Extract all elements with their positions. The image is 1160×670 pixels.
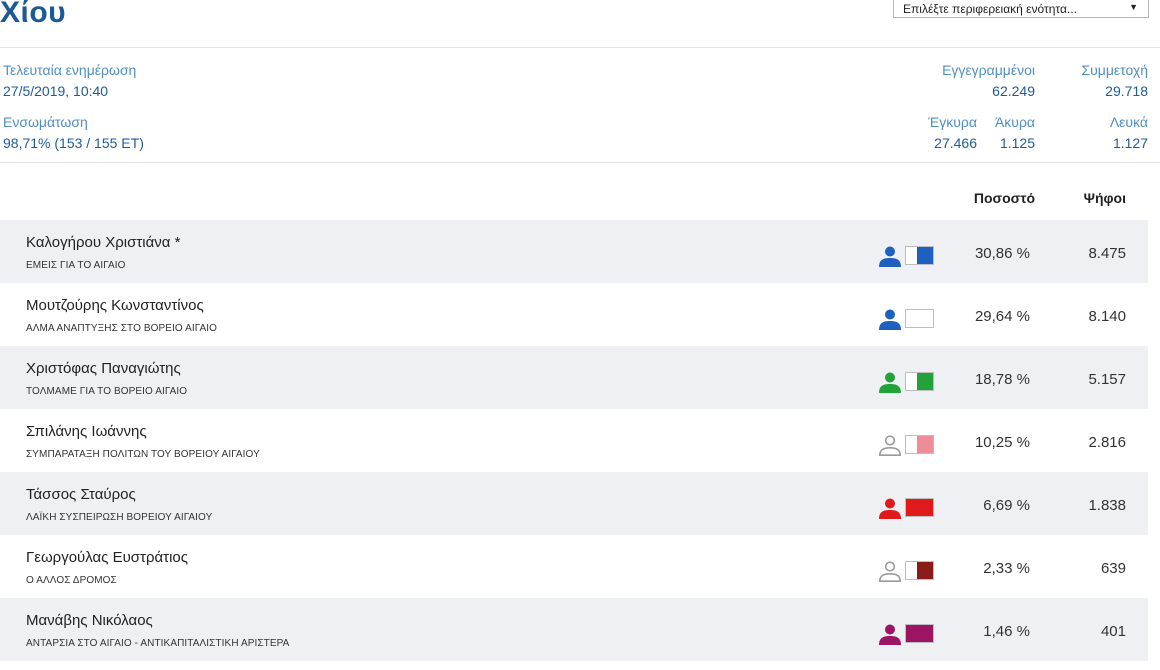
swatch-fill: [916, 247, 933, 264]
candidate-name: Σπιλάνης Ιωάννης: [26, 423, 147, 440]
invalid-label: Άκυρα: [994, 114, 1035, 130]
vote-count: 1.838: [1088, 497, 1126, 514]
vote-percent: 10,25 %: [974, 434, 1030, 451]
candidate-name: Γεωργούλας Ευστράτιος: [26, 549, 189, 566]
swatch-fill: [916, 562, 933, 579]
integration-label: Ενσωμάτωση: [3, 114, 88, 130]
candidate-name: Τάσσος Σταύρος: [26, 486, 136, 503]
table-row[interactable]: Μουτζούρης Κωνσταντίνος ΑΛΜΑ ΑΝΑΠΤΥΞΗΣ ΣΤ…: [0, 283, 1148, 346]
party-color-swatch: [905, 498, 934, 517]
person-icon: [878, 624, 902, 646]
divider: [0, 47, 1160, 48]
valid-label: Έγκυρα: [928, 114, 977, 130]
region-select[interactable]: Επιλέξτε περιφερειακή ενότητα... ▼: [893, 0, 1149, 18]
vote-count: 5.157: [1088, 371, 1126, 388]
swatch-fill: [916, 436, 933, 453]
swatch-fill: [916, 373, 933, 390]
table-row[interactable]: Τάσσος Σταύρος ΛΑΪΚΗ ΣΥΣΠΕΙΡΩΣΗ ΒΟΡΕΙΟΥ Α…: [0, 472, 1148, 535]
party-color-swatch: [905, 624, 934, 643]
party-color-swatch: [905, 246, 934, 265]
last-update-value: 27/5/2019, 10:40: [3, 83, 109, 99]
turnout-label: Συμμετοχή: [1081, 62, 1148, 78]
vote-percent: 18,78 %: [974, 371, 1030, 388]
party-name: ΤΟΛΜΑΜΕ ΓΙΑ ΤΟ ΒΟΡΕΙΟ ΑΙΓΑΙΟ: [26, 386, 188, 397]
candidate-name: Μανάβης Νικόλαος: [26, 612, 153, 629]
vote-count: 639: [1100, 560, 1126, 577]
page-title: Χίου: [0, 0, 67, 29]
person-icon: [878, 435, 902, 457]
candidate-name: Καλογήρου Χριστιάνα *: [26, 234, 181, 251]
person-icon: [878, 372, 902, 394]
party-name: ΛΑΪΚΗ ΣΥΣΠΕΙΡΩΣΗ ΒΟΡΕΙΟΥ ΑΙΓΑΙΟΥ: [26, 512, 213, 523]
party-name: ΑΛΜΑ ΑΝΑΠΤΥΞΗΣ ΣΤΟ ΒΟΡΕΙΟ ΑΙΓΑΙΟ: [26, 323, 217, 334]
party-color-swatch: [905, 309, 934, 328]
vote-percent: 6,69 %: [983, 497, 1030, 514]
vote-percent: 29,64 %: [974, 308, 1030, 325]
table-row[interactable]: Μανάβης Νικόλαος ΑΝΤΑΡΣΙΑ ΣΤΟ ΑΙΓΑΙΟ - ΑΝ…: [0, 598, 1148, 661]
person-icon: [878, 561, 902, 583]
registered-value: 62.249: [992, 83, 1035, 99]
party-name: ΣΥΜΠΑΡΑΤΑΞΗ ΠΟΛΙΤΩΝ ΤΟΥ ΒΟΡΕΙΟΥ ΑΙΓΑΙΟΥ: [26, 449, 260, 460]
candidate-name: Μουτζούρης Κωνσταντίνος: [26, 297, 204, 314]
swatch-fill: [906, 499, 933, 516]
person-icon: [878, 309, 902, 331]
dropdown-arrow-icon: ▼: [1129, 2, 1138, 12]
party-color-swatch: [905, 561, 934, 580]
divider: [0, 162, 1160, 163]
party-color-swatch: [905, 435, 934, 454]
vote-percent: 2,33 %: [983, 560, 1030, 577]
vote-count: 2.816: [1088, 434, 1126, 451]
region-select-value: Επιλέξτε περιφερειακή ενότητα...: [903, 1, 1077, 16]
vote-count: 401: [1100, 623, 1126, 640]
turnout-value: 29.718: [1105, 83, 1148, 99]
column-header-percent: Ποσοστό: [973, 190, 1035, 206]
table-row[interactable]: Χριστόφας Παναγιώτης ΤΟΛΜΑΜΕ ΓΙΑ ΤΟ ΒΟΡΕΙ…: [0, 346, 1148, 409]
party-name: Ο ΑΛΛΟΣ ΔΡΟΜΟΣ: [26, 575, 117, 586]
candidate-name: Χριστόφας Παναγιώτης: [26, 360, 181, 377]
party-name: ΕΜΕΙΣ ΓΙΑ ΤΟ ΑΙΓΑΙΟ: [26, 260, 126, 271]
blank-label: Λευκά: [1109, 114, 1148, 130]
table-row[interactable]: Καλογήρου Χριστιάνα * ΕΜΕΙΣ ΓΙΑ ΤΟ ΑΙΓΑΙΟ…: [0, 220, 1148, 283]
party-color-swatch: [905, 372, 934, 391]
party-name: ΑΝΤΑΡΣΙΑ ΣΤΟ ΑΙΓΑΙΟ - ΑΝΤΙΚΑΠΙΤΑΛΙΣΤΙΚΗ …: [26, 638, 290, 649]
person-icon: [878, 498, 902, 520]
table-row[interactable]: Γεωργούλας Ευστράτιος Ο ΑΛΛΟΣ ΔΡΟΜΟΣ 2,33 …: [0, 535, 1148, 598]
blank-value: 1.127: [1112, 135, 1148, 151]
column-header-votes: Ψήφοι: [1083, 190, 1126, 206]
registered-label: Εγγεγραμμένοι: [942, 62, 1035, 78]
vote-percent: 30,86 %: [974, 245, 1030, 262]
swatch-fill: [906, 625, 933, 642]
last-update-label: Τελευταία ενημέρωση: [3, 62, 137, 78]
valid-value: 27.466: [934, 135, 977, 151]
integration-value: 98,71% (153 / 155 ΕΤ): [3, 135, 144, 151]
invalid-value: 1.125: [999, 135, 1035, 151]
person-icon: [878, 246, 902, 268]
vote-count: 8.475: [1088, 245, 1126, 262]
vote-percent: 1,46 %: [983, 623, 1030, 640]
vote-count: 8.140: [1088, 308, 1126, 325]
table-row[interactable]: Σπιλάνης Ιωάννης ΣΥΜΠΑΡΑΤΑΞΗ ΠΟΛΙΤΩΝ ΤΟΥ …: [0, 409, 1148, 472]
